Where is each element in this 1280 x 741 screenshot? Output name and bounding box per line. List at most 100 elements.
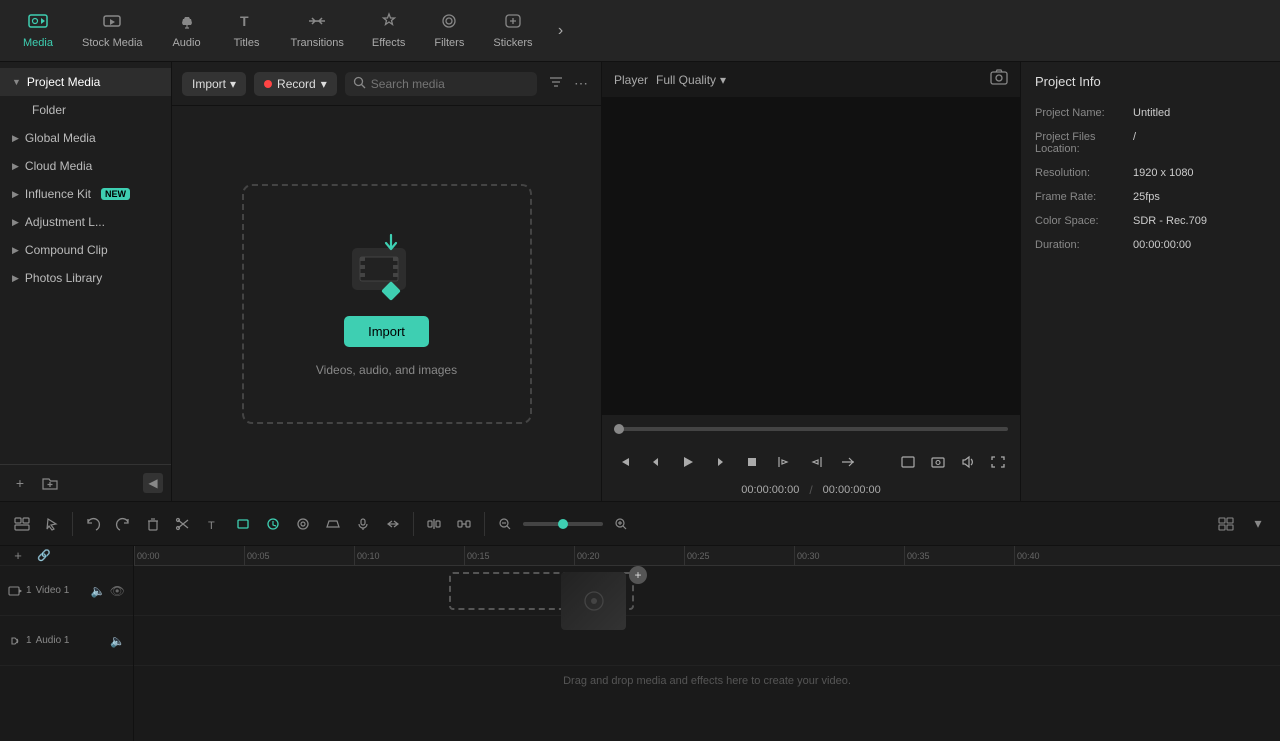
ripple-btn[interactable] [834,448,862,476]
sidebar-item-compound-clip[interactable]: ▶ Compound Clip [0,236,171,264]
sidebar-item-folder[interactable]: Folder [0,96,171,124]
tl-grid-btn[interactable] [1212,510,1240,538]
sidebar-influence-kit-label: Influence Kit [25,187,91,201]
more-options-icon[interactable]: ⋯ [571,72,591,95]
toolbar-item-media[interactable]: Media [8,6,68,55]
stop-btn[interactable] [738,448,766,476]
screenshot-btn[interactable] [924,448,952,476]
zoom-out-btn[interactable] [491,510,519,538]
record-button[interactable]: Record ▾ [254,72,337,96]
ruler-mark-8: 00:40 [1014,546,1124,565]
quality-selector[interactable]: Full Quality ▾ [656,73,726,87]
video-track-number: 1 [26,585,32,596]
timeline-toolbar: T [0,502,1280,546]
sidebar-photos-library-label: Photos Library [25,271,102,285]
player-view [602,98,1020,415]
toolbar-item-transitions[interactable]: Transitions [277,6,358,55]
add-media-btn[interactable]: + [8,471,32,495]
collapse-panel-btn[interactable]: ◀ [143,473,163,493]
sidebar-item-influence-kit[interactable]: ▶ Influence Kit NEW [0,180,171,208]
resolution-value: 1920 x 1080 [1133,167,1194,179]
player-right-controls [894,448,1012,476]
toolbar-item-effects[interactable]: Effects [358,6,419,55]
skip-back-btn[interactable] [610,448,638,476]
snapshot-icon[interactable] [990,69,1008,90]
mark-out-btn[interactable] [802,448,830,476]
zoom-slider[interactable] [523,522,603,526]
play-btn[interactable] [674,448,702,476]
fullscreen-btn[interactable] [984,448,1012,476]
sidebar-cloud-media-label: Cloud Media [25,159,92,173]
toolbar-item-audio[interactable]: Audio [157,6,217,55]
video-track-speaker-icon[interactable]: 🔈 [91,584,106,598]
svg-text:T: T [208,520,215,531]
frame-forward-btn[interactable] [706,448,734,476]
video-track-eye-icon[interactable]: 👁 [110,584,125,598]
frame-rate-row: Frame Rate: 25fps [1035,191,1266,203]
add-folder-btn[interactable] [38,471,62,495]
influence-kit-badge: NEW [101,188,130,200]
tl-text-btn[interactable]: T [199,510,227,538]
filters-icon [439,12,459,33]
tl-delete-btn[interactable] [139,510,167,538]
filter-icon[interactable] [545,72,567,95]
effects-icon [379,12,399,33]
ruler-mark-3: 00:15 [464,546,574,565]
toolbar-item-titles[interactable]: T Titles [217,6,277,55]
tl-settings-btn[interactable]: ▾ [1244,510,1272,538]
media-toolbar: Import ▾ Record ▾ ⋯ [172,62,601,106]
tl-cut-btn[interactable] [169,510,197,538]
cloud-media-arrow: ▶ [12,161,19,172]
toolbar-titles-label: Titles [234,37,260,49]
import-green-button[interactable]: Import [344,316,429,347]
tl-right-btns: ▾ [1212,510,1272,538]
tl-link-btn[interactable] [379,510,407,538]
toolbar-item-stock-media[interactable]: Stock Media [68,6,157,55]
fit-to-screen-btn[interactable] [894,448,922,476]
tl-mask-btn[interactable] [319,510,347,538]
tl-select-btn[interactable] [38,510,66,538]
tl-sep-1 [72,512,73,536]
toolbar-item-stickers[interactable]: Stickers [479,6,546,55]
tl-layout-btn[interactable] [8,510,36,538]
toolbar-audio-label: Audio [172,37,200,49]
import-button[interactable]: Import ▾ [182,72,246,96]
mark-in-btn[interactable] [770,448,798,476]
scrubber-bar[interactable] [614,427,1008,431]
media-icon [28,12,48,33]
tl-stabilize-btn[interactable] [289,510,317,538]
sidebar-item-adjustment-layer[interactable]: ▶ Adjustment L... [0,208,171,236]
tl-split-btn[interactable] [420,510,448,538]
toolbar-more-btn[interactable]: › [546,17,574,45]
tl-add-row: + 🔗 [0,546,133,566]
clip-add-btn[interactable]: + [629,566,647,584]
tl-undo-btn[interactable] [79,510,107,538]
quality-label: Full Quality [656,73,716,87]
sidebar-item-project-media[interactable]: ▼ Project Media [0,68,171,96]
frame-rate-label: Frame Rate: [1035,191,1125,203]
sidebar-compound-clip-label: Compound Clip [25,243,108,257]
toolbar-item-filters[interactable]: Filters [419,6,479,55]
search-input[interactable] [371,77,529,91]
tl-link-track-btn[interactable]: 🔗 [34,546,54,566]
ruler-mark-1: 00:05 [244,546,354,565]
tl-merge-btn[interactable] [450,510,478,538]
project-info-title: Project Info [1035,70,1266,93]
tl-sep-2 [413,512,414,536]
audio-track-speaker-icon[interactable]: 🔈 [110,634,125,648]
zoom-in-btn[interactable] [607,510,635,538]
tl-redo-btn[interactable] [109,510,137,538]
volume-btn[interactable] [954,448,982,476]
tl-add-track-btn[interactable]: + [8,546,28,566]
sidebar-item-cloud-media[interactable]: ▶ Cloud Media [0,152,171,180]
timeline-tracks: 00:00 00:05 00:10 00:15 00:20 00:25 00:3… [134,546,1280,741]
tl-crop-btn[interactable] [229,510,257,538]
sidebar-item-global-media[interactable]: ▶ Global Media [0,124,171,152]
tl-mic-btn[interactable] [349,510,377,538]
player-panel: Player Full Quality ▾ [602,62,1020,501]
sidebar-item-photos-library[interactable]: ▶ Photos Library [0,264,171,292]
tl-speed-btn[interactable] [259,510,287,538]
frame-back-btn[interactable] [642,448,670,476]
titles-icon: T [237,12,257,33]
color-space-value: SDR - Rec.709 [1133,215,1207,227]
